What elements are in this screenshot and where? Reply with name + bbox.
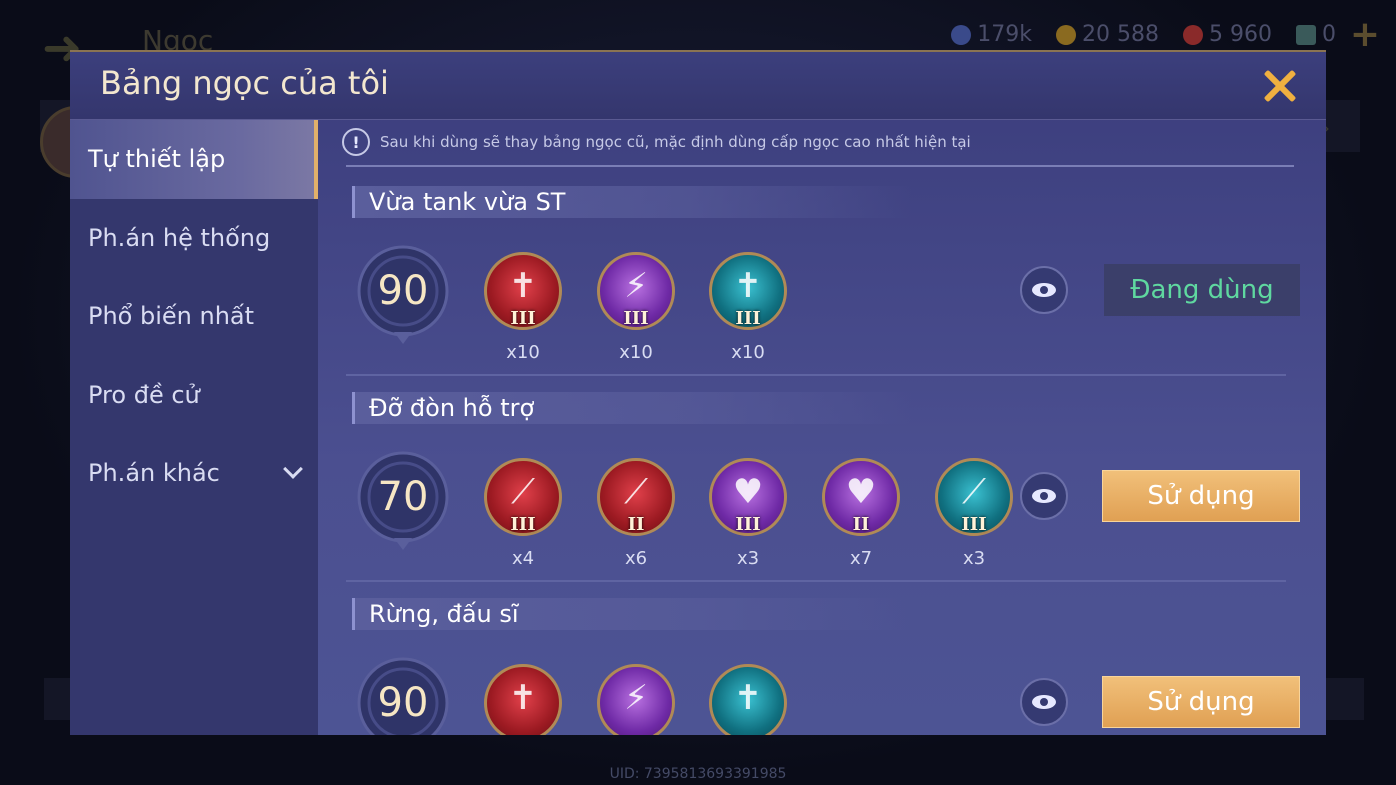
currency-value: 5 960 — [1209, 22, 1272, 47]
gem-currency-icon — [951, 24, 972, 45]
add-currency-icon[interactable]: + — [1350, 14, 1380, 55]
modal-title: Bảng ngọc của tôi — [100, 64, 389, 102]
rune-set: Đỡ đòn hỗ trợ 70 ⟋ III x4 ⟋ II x6 ♥ III … — [318, 392, 1326, 598]
currency-gem: 179k — [951, 22, 1032, 47]
blade-icon: ⟋ — [511, 472, 535, 512]
rune-count: x10 — [506, 342, 540, 363]
sidebar-item-pro[interactable]: Pro đề cử — [70, 356, 318, 435]
preview-eye-button[interactable] — [1020, 266, 1068, 314]
heart-icon: ♥ — [845, 472, 877, 512]
sword-icon: ✝ — [508, 266, 538, 306]
eye-icon — [1032, 283, 1056, 297]
sidebar-item-label: Tự thiết lập — [88, 145, 226, 174]
rune-tier: III — [961, 514, 987, 535]
rune-gem[interactable]: ⟋ III — [935, 458, 1013, 538]
rune-tier: III — [623, 308, 649, 329]
level-badge: 90 — [356, 244, 450, 344]
sword-icon: ✝ — [508, 678, 538, 718]
chevron-down-icon — [283, 459, 303, 479]
rune-set-name: Vừa tank vừa ST — [352, 186, 912, 218]
rune-gem[interactable]: ⚡ III — [597, 252, 675, 332]
eye-icon — [1032, 695, 1056, 709]
divider — [346, 580, 1286, 582]
rune-tier: II — [627, 514, 645, 535]
rune-gem[interactable]: ♥ II — [822, 458, 900, 538]
lightning-icon: ⚡ — [624, 678, 648, 718]
divider — [346, 374, 1286, 376]
sidebar: Tự thiết lập Ph.án hệ thống Phổ biến nhấ… — [70, 120, 318, 735]
blade-icon: ⟋ — [962, 472, 986, 512]
notice-text: Sau khi dùng sẽ thay bảng ngọc cũ, mặc đ… — [380, 133, 971, 151]
level-value: 90 — [377, 268, 429, 314]
uid-label: UID: 7395813693391985 — [609, 766, 787, 782]
rune-count: x4 — [511, 548, 535, 569]
rune-tier: II — [852, 514, 870, 535]
rune-set-name: Đỡ đòn hỗ trợ — [352, 392, 912, 424]
rune-set-name: Rừng, đấu sĩ — [352, 598, 912, 630]
rune-tier: III — [510, 308, 536, 329]
rune-gem[interactable]: ⟋ III — [484, 458, 562, 538]
rune-sets-list[interactable]: ! Sau khi dùng sẽ thay bảng ngọc cũ, mặc… — [318, 120, 1326, 735]
level-badge: 70 — [356, 450, 450, 550]
rune-gem[interactable]: ✝ — [709, 664, 787, 735]
divider — [346, 165, 1294, 167]
heart-icon: ♥ — [732, 472, 764, 512]
rune-set: Rừng, đấu sĩ 90 ✝ ⚡ ✝ Sử dụng — [318, 598, 1326, 735]
rune-set: Vừa tank vừa ST 90 ✝ III x10 ⚡ III x10 ✝… — [318, 186, 1326, 392]
rune-gem[interactable]: ✝ III — [484, 252, 562, 332]
rune-tier: III — [735, 308, 761, 329]
level-value: 90 — [377, 680, 429, 726]
use-button[interactable]: Sử dụng — [1102, 676, 1300, 728]
sidebar-item-other[interactable]: Ph.án khác — [70, 434, 318, 513]
currency-value: 20 588 — [1082, 22, 1160, 47]
sidebar-item-custom[interactable]: Tự thiết lập — [70, 120, 318, 199]
use-button[interactable]: Sử dụng — [1102, 470, 1300, 522]
sidebar-item-label: Pro đề cử — [88, 380, 200, 409]
red-crystal-icon — [1183, 24, 1204, 45]
level-badge: 90 — [356, 656, 450, 735]
rune-count: x6 — [624, 548, 648, 569]
currency-value: 0 — [1322, 22, 1336, 47]
rune-gem[interactable]: ⚡ — [597, 664, 675, 735]
rune-tier: III — [735, 514, 761, 535]
close-icon[interactable] — [1260, 66, 1300, 106]
gold-coin-icon — [1056, 24, 1077, 45]
blade-icon: ⟋ — [624, 472, 648, 512]
modal-header: Bảng ngọc của tôi — [70, 52, 1326, 120]
rune-count: x10 — [731, 342, 765, 363]
rune-page-modal: Bảng ngọc của tôi Tự thiết lập Ph.án hệ … — [70, 50, 1326, 735]
preview-eye-button[interactable] — [1020, 678, 1068, 726]
rune-count: x10 — [619, 342, 653, 363]
sidebar-item-label: Ph.án khác — [88, 459, 220, 488]
preview-eye-button[interactable] — [1020, 472, 1068, 520]
currency-bar: 179k 20 588 5 960 0 — [951, 22, 1336, 47]
lightning-icon: ⚡ — [624, 266, 648, 306]
rune-gem[interactable]: ♥ III — [709, 458, 787, 538]
notice: ! Sau khi dùng sẽ thay bảng ngọc cũ, mặc… — [342, 128, 971, 156]
sidebar-item-system[interactable]: Ph.án hệ thống — [70, 199, 318, 278]
rune-gem[interactable]: ✝ — [484, 664, 562, 735]
rune-count: x3 — [962, 548, 986, 569]
rune-tier: III — [510, 514, 536, 535]
rune-count: x7 — [849, 548, 873, 569]
rune-gem[interactable]: ⟋ II — [597, 458, 675, 538]
in-use-button[interactable]: Đang dùng — [1104, 264, 1300, 316]
sidebar-item-label: Ph.án hệ thống — [88, 223, 271, 252]
sidebar-item-popular[interactable]: Phổ biến nhất — [70, 277, 318, 356]
rune-gem[interactable]: ✝ III — [709, 252, 787, 332]
sword-icon: ✝ — [733, 266, 763, 306]
sword-icon: ✝ — [733, 678, 763, 718]
eye-icon — [1032, 489, 1056, 503]
card-icon — [1296, 24, 1316, 45]
sidebar-item-label: Phổ biến nhất — [88, 302, 255, 331]
level-value: 70 — [377, 474, 429, 520]
exclamation-icon: ! — [342, 128, 370, 156]
currency-value: 179k — [977, 22, 1033, 47]
rune-count: x3 — [736, 548, 760, 569]
currency-gold: 20 588 — [1056, 22, 1159, 47]
currency-red: 5 960 — [1183, 22, 1272, 47]
currency-card: 0 — [1296, 22, 1336, 47]
